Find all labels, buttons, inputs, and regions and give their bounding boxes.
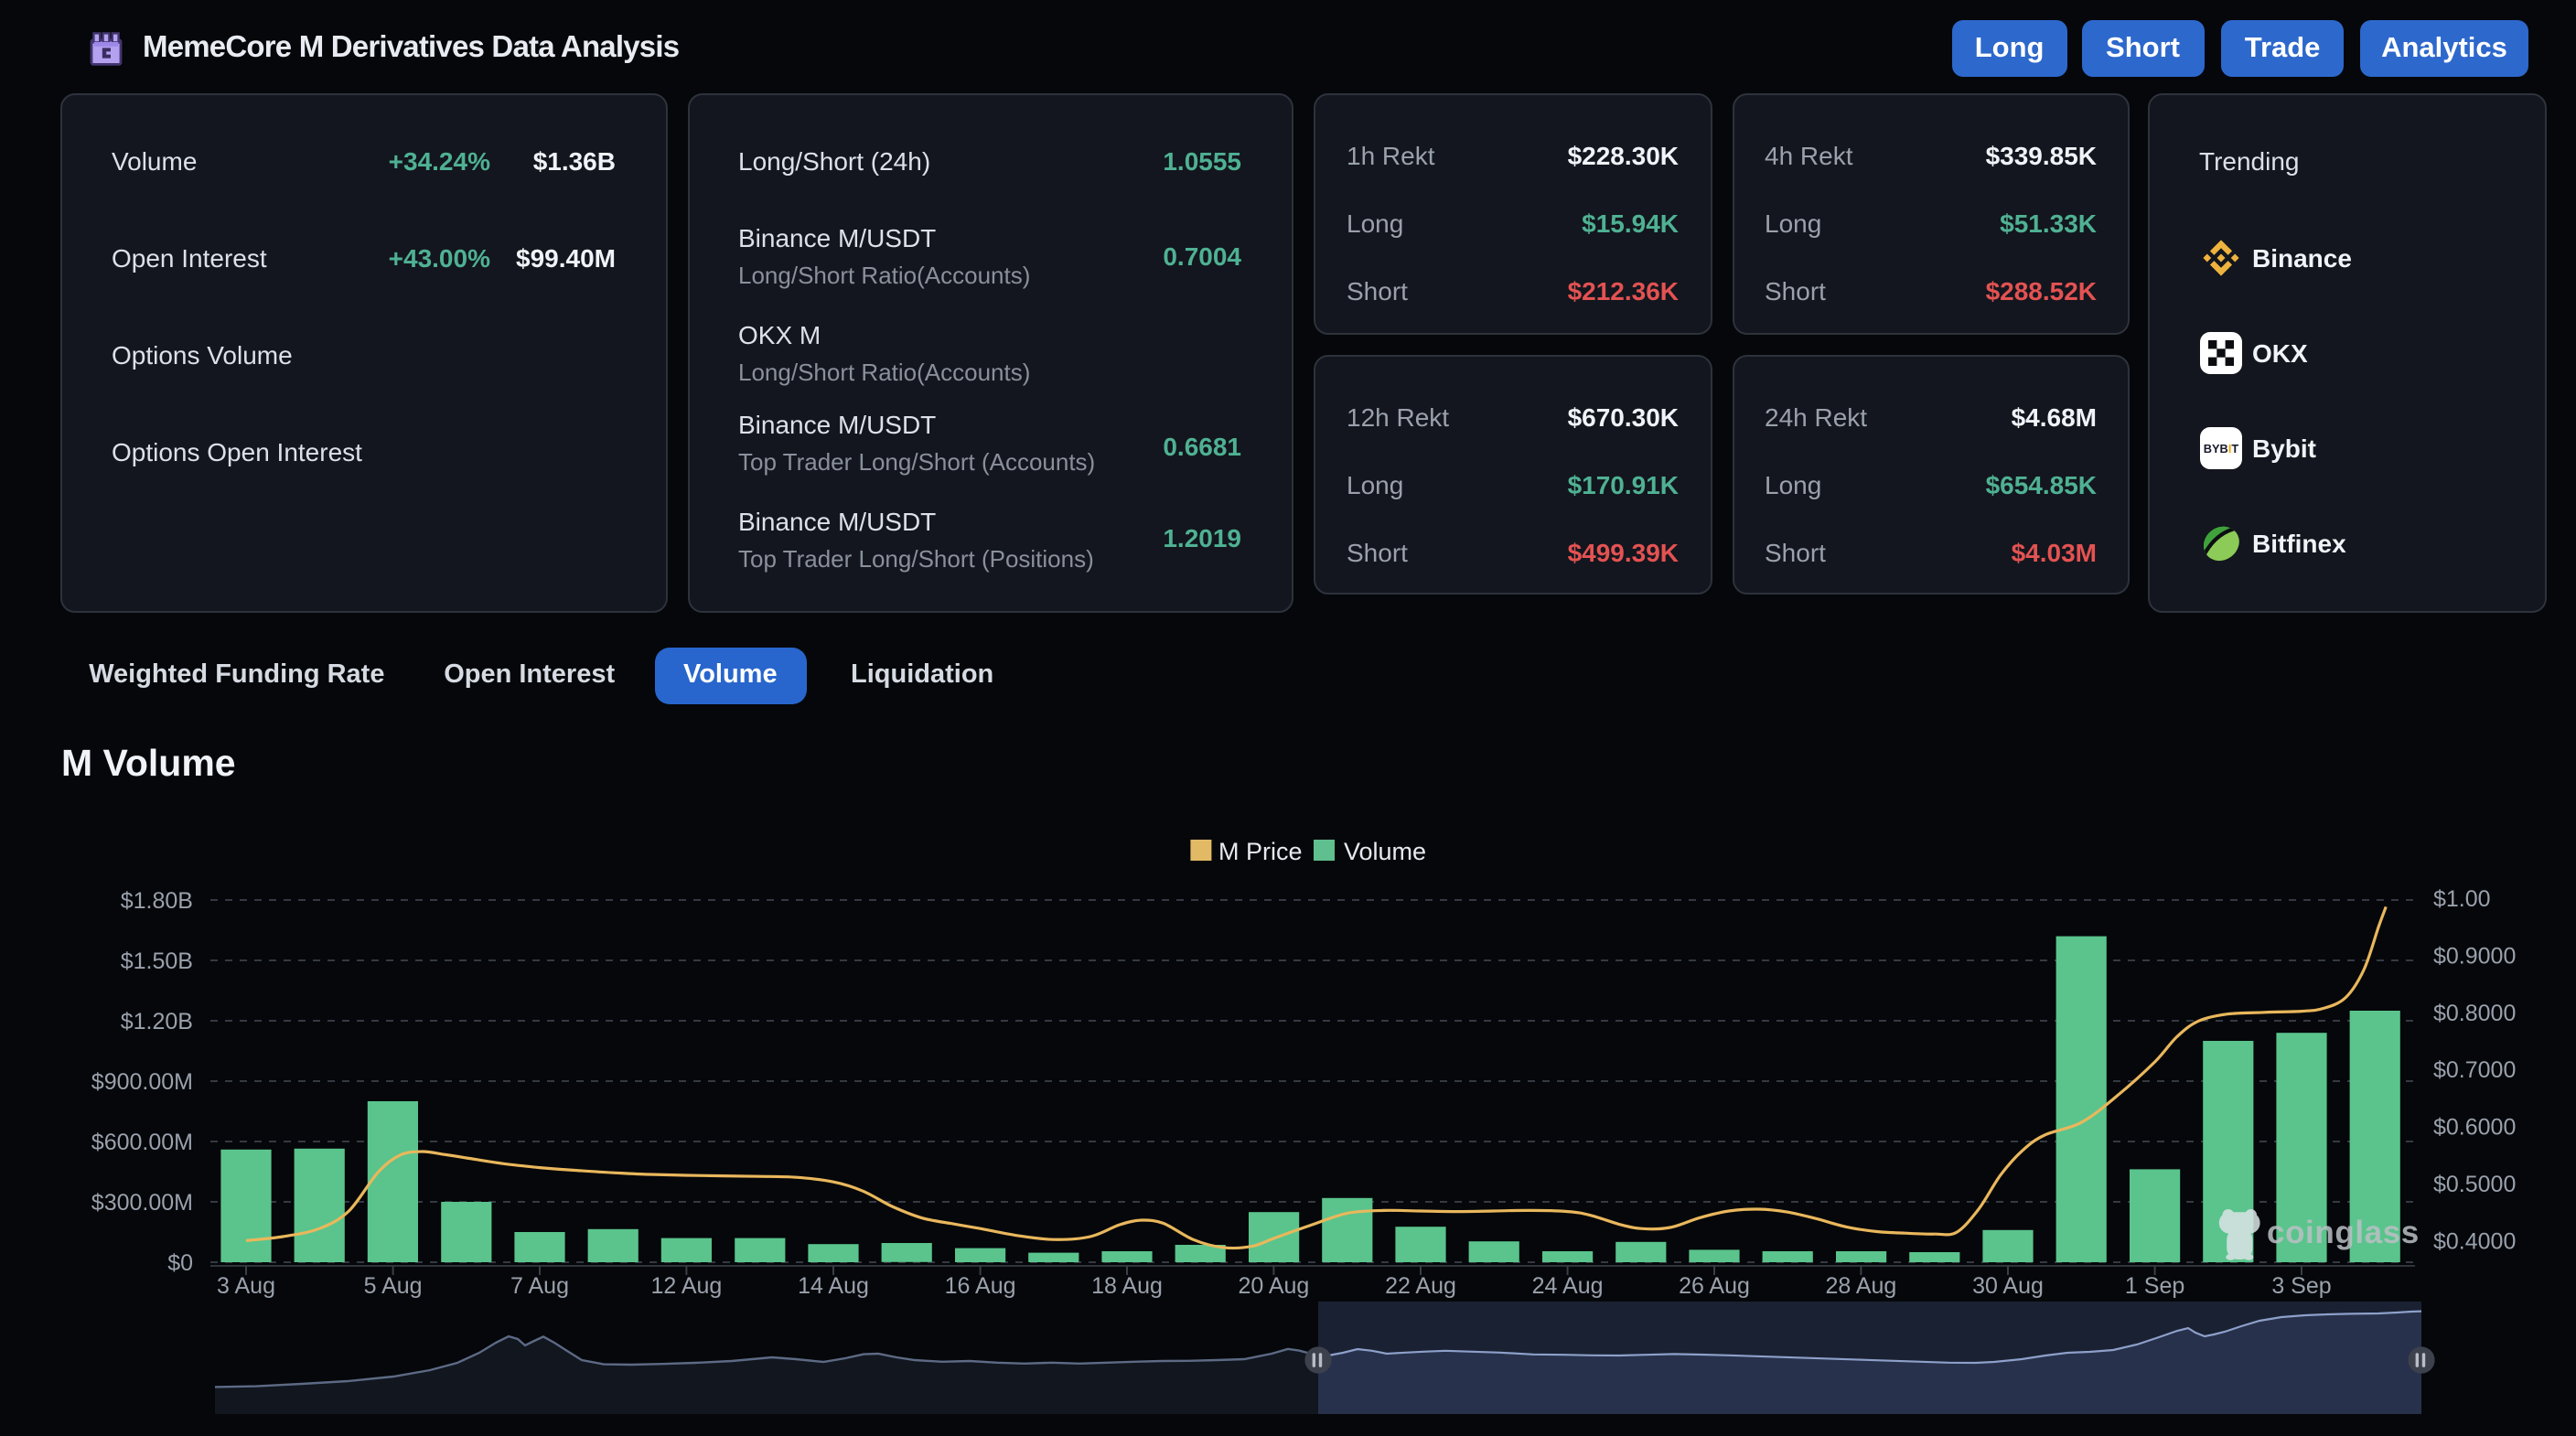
- svg-text:18 Aug: 18 Aug: [1091, 1273, 1163, 1299]
- svg-text:22 Aug: 22 Aug: [1385, 1273, 1456, 1299]
- svg-text:$0.4000: $0.4000: [2433, 1228, 2516, 1254]
- svg-text:$1.50B: $1.50B: [121, 948, 193, 974]
- svg-text:Volume: Volume: [1344, 838, 1426, 865]
- svg-text:$0.9000: $0.9000: [2433, 943, 2516, 969]
- svg-text:$1.80B: $1.80B: [121, 888, 193, 914]
- svg-text:$600.00M: $600.00M: [91, 1130, 193, 1155]
- svg-text:coinglass: coinglass: [2267, 1215, 2420, 1250]
- svg-text:20 Aug: 20 Aug: [1238, 1273, 1309, 1299]
- svg-text:7 Aug: 7 Aug: [510, 1273, 569, 1299]
- svg-text:3 Aug: 3 Aug: [217, 1273, 275, 1299]
- svg-text:$300.00M: $300.00M: [91, 1190, 193, 1216]
- svg-text:BYBIT: BYBIT: [2204, 441, 2239, 455]
- svg-text:$0: $0: [167, 1250, 193, 1276]
- svg-text:$1.00: $1.00: [2433, 886, 2491, 912]
- svg-text:$900.00M: $900.00M: [91, 1069, 193, 1095]
- svg-text:$0.6000: $0.6000: [2433, 1115, 2516, 1141]
- svg-text:14 Aug: 14 Aug: [798, 1273, 869, 1299]
- svg-text:$0.7000: $0.7000: [2433, 1057, 2516, 1083]
- svg-text:26 Aug: 26 Aug: [1679, 1273, 1750, 1299]
- svg-text:28 Aug: 28 Aug: [1825, 1273, 1896, 1299]
- svg-text:5 Aug: 5 Aug: [364, 1273, 423, 1299]
- svg-text:1 Sep: 1 Sep: [2125, 1273, 2184, 1299]
- svg-text:$1.20B: $1.20B: [121, 1009, 193, 1034]
- svg-text:30 Aug: 30 Aug: [1972, 1273, 2044, 1299]
- svg-text:24 Aug: 24 Aug: [1532, 1273, 1604, 1299]
- svg-text:3 Sep: 3 Sep: [2271, 1273, 2331, 1299]
- svg-text:12 Aug: 12 Aug: [650, 1273, 722, 1299]
- svg-text:$0.8000: $0.8000: [2433, 1001, 2516, 1026]
- svg-text:$0.5000: $0.5000: [2433, 1172, 2516, 1197]
- svg-text:16 Aug: 16 Aug: [945, 1273, 1016, 1299]
- svg-text:M Price: M Price: [1218, 838, 1303, 865]
